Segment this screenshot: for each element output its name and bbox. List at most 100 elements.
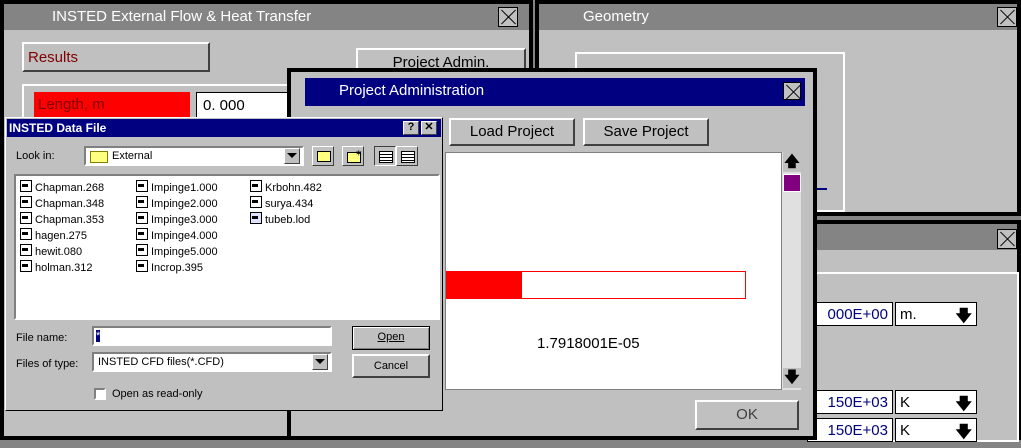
project-admin-content: 1.7918001E-05 [445, 152, 801, 390]
file-icon [20, 196, 32, 208]
geometry-window-title: Geometry [583, 8, 649, 25]
list-item[interactable]: Chapman.353 [20, 212, 104, 226]
file-name: Impinge4.000 [151, 230, 218, 242]
vertical-scrollbar[interactable]: 🡅 🡇 [781, 152, 801, 390]
file-name-value: * [96, 330, 101, 342]
list-item[interactable]: Krbohn.482 [250, 180, 322, 194]
file-dialog: INSTED Data File ? ✕ Look in: External ✶… [5, 117, 443, 411]
unit-select[interactable]: m. 🡇 [895, 302, 977, 326]
length-input[interactable]: 0. 000 [196, 92, 300, 118]
file-icon [20, 260, 32, 272]
project-admin-title: Project Administration [339, 82, 485, 99]
look-in-dropdown-button[interactable] [284, 148, 300, 164]
file-icon [20, 180, 32, 192]
file-dialog-title: INSTED Data File [9, 121, 107, 135]
geometry-window-close-icon[interactable] [997, 7, 1017, 27]
list-item[interactable]: hagen.275 [20, 228, 87, 242]
files-of-type-value: INSTED CFD files(*.CFD) [98, 356, 224, 368]
unit-value: m. [900, 306, 917, 323]
cancel-button[interactable]: Cancel [352, 354, 430, 378]
file-icon [136, 244, 148, 256]
property-row: 000E+00 m. 🡇 [807, 302, 1017, 326]
list-item[interactable]: Chapman.268 [20, 180, 104, 194]
up-folder-icon[interactable] [312, 146, 334, 166]
list-item[interactable]: surya.434 [250, 196, 313, 210]
scroll-down-icon[interactable]: 🡇 [783, 368, 801, 388]
details-view-icon[interactable] [396, 146, 418, 166]
file-name: Incrop.395 [151, 262, 203, 274]
main-window-titlebar: INSTED External Flow & Heat Transfer [4, 4, 529, 30]
file-name: tubeb.lod [265, 214, 311, 226]
look-in-select[interactable]: External [84, 146, 304, 166]
file-list[interactable]: Chapman.268 Chapman.348 Chapman.353 hage… [14, 174, 440, 320]
scrollbar-thumb[interactable] [783, 174, 801, 192]
file-name-input[interactable]: * [92, 326, 332, 346]
list-item[interactable]: Impinge1.000 [136, 180, 218, 194]
file-icon [20, 212, 32, 224]
unit-value: K [900, 422, 911, 439]
new-folder-icon[interactable]: ✶ [342, 146, 364, 166]
file-name: hagen.275 [35, 230, 87, 242]
save-project-label: Save Project [603, 123, 689, 140]
list-item[interactable]: tubeb.lod [250, 212, 311, 226]
file-name: Impinge5.000 [151, 246, 218, 258]
list-item[interactable]: Incrop.395 [136, 260, 203, 274]
list-item[interactable]: Impinge3.000 [136, 212, 218, 226]
results-tab[interactable]: Results [22, 42, 210, 72]
file-icon [20, 228, 32, 240]
property-value: 000E+00 [827, 306, 888, 323]
chevron-down-icon [287, 153, 297, 158]
file-name: Impinge3.000 [151, 214, 218, 226]
open-button[interactable]: Open [352, 326, 430, 350]
property-row: 150E+03 K 🡇 [807, 418, 1017, 442]
file-name: hewit.080 [35, 246, 83, 258]
look-in-value: External [112, 150, 153, 162]
property-value: 150E+03 [827, 422, 888, 439]
save-project-button[interactable]: Save Project [583, 118, 709, 146]
progress-value: 1.7918001E-05 [537, 335, 640, 352]
list-view-icon[interactable] [374, 146, 396, 166]
scroll-up-icon[interactable]: 🡅 [783, 152, 801, 172]
files-of-type-select[interactable]: INSTED CFD files(*.CFD) [92, 352, 332, 372]
file-name: Impinge1.000 [151, 182, 218, 194]
chevron-down-icon [315, 359, 325, 364]
list-item[interactable]: Impinge5.000 [136, 244, 218, 258]
arrow-down-icon: 🡇 [955, 424, 972, 441]
property-row: 150E+03 K 🡇 [807, 390, 1017, 414]
cancel-button-label: Cancel [373, 360, 409, 372]
property-value-field[interactable]: 000E+00 [807, 302, 893, 326]
file-icon [20, 244, 32, 256]
file-name: holman.312 [35, 262, 93, 274]
list-item[interactable]: Impinge2.000 [136, 196, 218, 210]
readonly-checkbox[interactable] [94, 388, 106, 400]
unit-select[interactable]: K 🡇 [895, 390, 977, 414]
list-item[interactable]: Impinge4.000 [136, 228, 218, 242]
properties-window-close-icon[interactable] [997, 229, 1017, 249]
file-name-label: File name: [16, 332, 68, 344]
file-dialog-close-icon[interactable]: ✕ [421, 121, 437, 135]
load-project-label: Load Project [469, 123, 555, 140]
property-value-field[interactable]: 150E+03 [807, 390, 893, 414]
load-project-button[interactable]: Load Project [449, 118, 575, 146]
file-name: Chapman.348 [35, 198, 105, 210]
file-icon [136, 196, 148, 208]
results-label: Results [28, 49, 79, 66]
files-of-type-label: Files of type: [16, 358, 79, 370]
list-item[interactable]: Chapman.348 [20, 196, 105, 210]
property-value: 150E+03 [827, 394, 888, 411]
file-icon [250, 180, 262, 192]
help-button[interactable]: ? [403, 121, 419, 135]
list-item[interactable]: holman.312 [20, 260, 93, 274]
project-admin-titlebar: Project Administration [305, 78, 805, 106]
ok-button[interactable]: OK [695, 400, 799, 430]
length-label-box: Length, m [34, 92, 190, 118]
progress-bar [446, 271, 746, 299]
file-name: Krbohn.482 [265, 182, 322, 194]
unit-select[interactable]: K 🡇 [895, 418, 977, 442]
property-value-field[interactable]: 150E+03 [807, 418, 893, 442]
project-admin-close-icon[interactable] [783, 82, 801, 100]
files-of-type-dropdown-button[interactable] [312, 354, 328, 370]
list-item[interactable]: hewit.080 [20, 244, 83, 258]
main-window-close-icon[interactable] [498, 7, 518, 27]
properties-panel [809, 272, 1019, 442]
